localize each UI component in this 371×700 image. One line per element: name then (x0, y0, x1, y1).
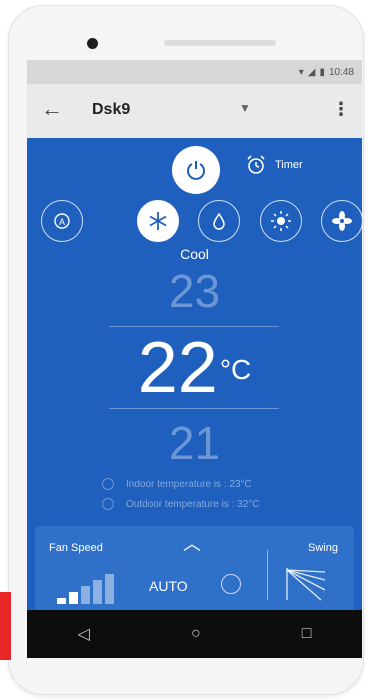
indoor-readout: Indoor temperature is : 23°C (102, 478, 252, 490)
outdoor-readout: Outdoor temperature is : 32°C (102, 498, 260, 510)
fan-bar-2 (69, 592, 78, 604)
more-options-icon[interactable]: ⋮ (332, 99, 350, 120)
fan-bar-4 (93, 580, 102, 604)
timer-button[interactable]: Timer (245, 154, 303, 176)
fan-bar-1 (57, 598, 66, 604)
panel-divider (267, 550, 268, 600)
app-bar: ← Dsk9 ▼ ⋮ (27, 84, 362, 138)
fan-speed-label: Fan Speed (49, 542, 103, 554)
indoor-icon (102, 478, 114, 490)
alarm-clock-icon (247, 155, 265, 174)
red-marker (0, 592, 11, 660)
chevron-down-icon[interactable]: ▼ (239, 101, 251, 115)
snowflake-icon (149, 212, 167, 230)
mode-label: Cool (180, 246, 209, 262)
status-time: 10:48 (328, 66, 354, 78)
earpiece-speaker (164, 40, 276, 46)
fan-mode-button[interactable] (321, 200, 362, 242)
fan-auto-icon (221, 574, 241, 594)
auto-mode-button[interactable]: A (41, 200, 83, 242)
battery-icon: ▮ (319, 66, 325, 78)
outdoor-icon (102, 498, 114, 510)
fan-speed-value[interactable]: AUTO (149, 578, 188, 594)
outdoor-temperature-text: Outdoor temperature is : 32°C (126, 498, 260, 510)
power-icon (187, 161, 205, 180)
heat-mode-button[interactable] (260, 200, 302, 242)
sun-icon (271, 211, 291, 231)
front-camera (87, 38, 98, 49)
temp-divider-top (109, 326, 279, 327)
fan-bar-3 (81, 586, 90, 604)
nav-back-icon[interactable]: ◁ (78, 624, 90, 644)
dry-mode-button[interactable] (198, 200, 240, 242)
control-panel: ︿ Fan Speed Swing AUTO (35, 526, 354, 612)
timer-label: Timer (275, 159, 303, 171)
temp-increase-preview[interactable]: 23 (27, 264, 362, 318)
swing-icon[interactable] (285, 566, 329, 602)
signal-icon: ◢ (307, 66, 316, 78)
set-temperature: 22°C (27, 332, 362, 404)
swing-label: Swing (308, 542, 338, 554)
svg-text:A: A (59, 217, 65, 227)
nav-recents-icon[interactable]: □ (302, 625, 312, 643)
power-button[interactable] (172, 146, 220, 194)
set-temperature-value: 22 (137, 328, 218, 408)
fan-speed-bars[interactable] (57, 570, 125, 604)
app-screen: ▾ ◢ ▮ 10:48 ← Dsk9 ▼ ⋮ Timer A Cool 23 2… (27, 60, 362, 658)
temperature-unit: °C (219, 354, 252, 385)
device-name[interactable]: Dsk9 (92, 101, 130, 119)
fan-bar-5 (105, 574, 114, 604)
wifi-icon: ▾ (298, 66, 304, 78)
temp-decrease-preview[interactable]: 21 (27, 416, 362, 470)
drop-icon (213, 212, 225, 230)
indoor-temperature-text: Indoor temperature is : 23°C (126, 478, 252, 490)
cool-mode-button[interactable] (137, 200, 179, 242)
temp-divider-bottom (109, 408, 279, 409)
auto-icon: A (54, 213, 70, 229)
fan-icon (332, 211, 352, 231)
chevron-up-icon[interactable]: ︿ (183, 530, 201, 556)
system-nav-bar: ◁ ○ □ (27, 610, 362, 658)
nav-home-icon[interactable]: ○ (191, 625, 201, 643)
status-bar: ▾ ◢ ▮ 10:48 (27, 60, 362, 84)
back-arrow-icon[interactable]: ← (41, 98, 63, 120)
mode-selector: A (41, 200, 362, 244)
